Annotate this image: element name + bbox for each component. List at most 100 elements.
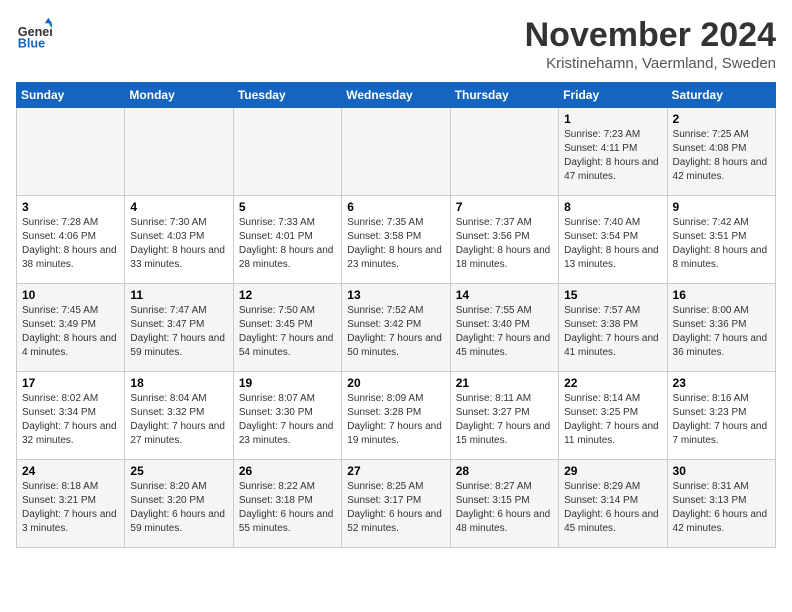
calendar-cell: 28Sunrise: 8:27 AM Sunset: 3:15 PM Dayli… [450, 460, 558, 548]
calendar-cell: 11 Sunrise: 7:47 AM Sunset: 3:47 PM Dayli… [125, 284, 233, 372]
week-row-5: 24 Sunrise: 8:18 AM Sunset: 3:21 PM Dayli… [17, 460, 776, 548]
day-info: Sunrise: 7:52 AM Sunset: 3:42 PM Dayligh… [347, 304, 444, 360]
calendar-cell: 19 Sunrise: 8:07 AM Sunset: 3:30 PM Dayli… [233, 372, 341, 460]
calendar-cell: 26Sunrise: 8:22 AM Sunset: 3:18 PM Dayli… [233, 460, 341, 548]
week-row-3: 10 Sunrise: 7:45 AM Sunset: 3:49 PM Dayli… [17, 284, 776, 372]
day-number: 15 [564, 288, 661, 302]
calendar-cell: 15 Sunrise: 7:57 AM Sunset: 3:38 PM Dayli… [559, 284, 667, 372]
day-number: 21 [456, 376, 553, 390]
calendar-cell [233, 108, 341, 196]
calendar-cell: 29 Sunrise: 8:29 AM Sunset: 3:14 PM Dayli… [559, 460, 667, 548]
calendar-cell: 18Sunrise: 8:04 AM Sunset: 3:32 PM Dayli… [125, 372, 233, 460]
day-info: Sunrise: 7:40 AM Sunset: 3:54 PM Dayligh… [564, 216, 661, 272]
day-info: Sunrise: 7:50 AM Sunset: 3:45 PM Dayligh… [239, 304, 336, 360]
calendar-cell: 25 Sunrise: 8:20 AM Sunset: 3:20 PM Dayli… [125, 460, 233, 548]
day-info: Sunrise: 8:25 AM Sunset: 3:17 PM Dayligh… [347, 480, 444, 536]
day-number: 8 [564, 200, 661, 214]
calendar-cell [342, 108, 450, 196]
calendar-cell: 7 Sunrise: 7:37 AM Sunset: 3:56 PM Daylig… [450, 196, 558, 284]
day-number: 1 [564, 112, 661, 126]
day-number: 23 [673, 376, 770, 390]
dow-saturday: Saturday [667, 83, 775, 108]
day-number: 11 [130, 288, 227, 302]
day-info: Sunrise: 8:00 AM Sunset: 3:36 PM Dayligh… [673, 304, 770, 360]
dow-monday: Monday [125, 83, 233, 108]
day-number: 20 [347, 376, 444, 390]
calendar-cell: 21 Sunrise: 8:11 AM Sunset: 3:27 PM Dayli… [450, 372, 558, 460]
week-row-1: 1Sunrise: 7:23 AM Sunset: 4:11 PM Daylig… [17, 108, 776, 196]
calendar-cell: 1Sunrise: 7:23 AM Sunset: 4:11 PM Daylig… [559, 108, 667, 196]
calendar-cell: 2Sunrise: 7:25 AM Sunset: 4:08 PM Daylig… [667, 108, 775, 196]
day-number: 4 [130, 200, 227, 214]
day-info: Sunrise: 7:55 AM Sunset: 3:40 PM Dayligh… [456, 304, 553, 360]
subtitle: Kristinehamn, Vaermland, Sweden [525, 55, 776, 72]
calendar-cell: 4 Sunrise: 7:30 AM Sunset: 4:03 PM Daylig… [125, 196, 233, 284]
calendar-cell: 27 Sunrise: 8:25 AM Sunset: 3:17 PM Dayli… [342, 460, 450, 548]
calendar-cell: 5 Sunrise: 7:33 AM Sunset: 4:01 PM Daylig… [233, 196, 341, 284]
day-info: Sunrise: 7:57 AM Sunset: 3:38 PM Dayligh… [564, 304, 661, 360]
day-number: 25 [130, 464, 227, 478]
dow-sunday: Sunday [17, 83, 125, 108]
calendar-cell: 14 Sunrise: 7:55 AM Sunset: 3:40 PM Dayli… [450, 284, 558, 372]
day-info: Sunrise: 7:30 AM Sunset: 4:03 PM Dayligh… [130, 216, 227, 272]
day-info: Sunrise: 7:47 AM Sunset: 3:47 PM Dayligh… [130, 304, 227, 360]
calendar-cell: 10 Sunrise: 7:45 AM Sunset: 3:49 PM Dayli… [17, 284, 125, 372]
day-number: 6 [347, 200, 444, 214]
calendar-cell: 17 Sunrise: 8:02 AM Sunset: 3:34 PM Dayli… [17, 372, 125, 460]
day-number: 27 [347, 464, 444, 478]
day-number: 24 [22, 464, 119, 478]
day-number: 13 [347, 288, 444, 302]
day-number: 2 [673, 112, 770, 126]
days-of-week-header: SundayMondayTuesdayWednesdayThursdayFrid… [17, 83, 776, 108]
day-info: Sunrise: 8:07 AM Sunset: 3:30 PM Dayligh… [239, 392, 336, 448]
day-number: 17 [22, 376, 119, 390]
day-info: Sunrise: 8:18 AM Sunset: 3:21 PM Dayligh… [22, 480, 119, 536]
day-number: 9 [673, 200, 770, 214]
day-number: 19 [239, 376, 336, 390]
day-info: Sunrise: 8:22 AM Sunset: 3:18 PM Dayligh… [239, 480, 336, 536]
day-info: Sunrise: 8:02 AM Sunset: 3:34 PM Dayligh… [22, 392, 119, 448]
day-info: Sunrise: 8:11 AM Sunset: 3:27 PM Dayligh… [456, 392, 553, 448]
calendar-body: 1Sunrise: 7:23 AM Sunset: 4:11 PM Daylig… [17, 108, 776, 548]
logo-icon: General Blue [16, 16, 52, 52]
day-number: 30 [673, 464, 770, 478]
day-info: Sunrise: 7:45 AM Sunset: 3:49 PM Dayligh… [22, 304, 119, 360]
week-row-2: 3Sunrise: 7:28 AM Sunset: 4:06 PM Daylig… [17, 196, 776, 284]
calendar-cell: 13 Sunrise: 7:52 AM Sunset: 3:42 PM Dayli… [342, 284, 450, 372]
calendar-cell: 30 Sunrise: 8:31 AM Sunset: 3:13 PM Dayli… [667, 460, 775, 548]
day-info: Sunrise: 8:14 AM Sunset: 3:25 PM Dayligh… [564, 392, 661, 448]
day-number: 12 [239, 288, 336, 302]
dow-wednesday: Wednesday [342, 83, 450, 108]
day-info: Sunrise: 8:16 AM Sunset: 3:23 PM Dayligh… [673, 392, 770, 448]
day-info: Sunrise: 8:29 AM Sunset: 3:14 PM Dayligh… [564, 480, 661, 536]
header: General Blue November 2024 Kristinehamn,… [16, 16, 776, 72]
calendar-table: SundayMondayTuesdayWednesdayThursdayFrid… [16, 82, 776, 548]
day-number: 7 [456, 200, 553, 214]
dow-tuesday: Tuesday [233, 83, 341, 108]
day-number: 3 [22, 200, 119, 214]
day-info: Sunrise: 8:20 AM Sunset: 3:20 PM Dayligh… [130, 480, 227, 536]
month-title: November 2024 [525, 16, 776, 55]
calendar-cell: 9 Sunrise: 7:42 AM Sunset: 3:51 PM Daylig… [667, 196, 775, 284]
calendar-cell: 8 Sunrise: 7:40 AM Sunset: 3:54 PM Daylig… [559, 196, 667, 284]
dow-friday: Friday [559, 83, 667, 108]
day-number: 5 [239, 200, 336, 214]
logo: General Blue [16, 16, 52, 52]
day-info: Sunrise: 8:09 AM Sunset: 3:28 PM Dayligh… [347, 392, 444, 448]
calendar-cell: 3Sunrise: 7:28 AM Sunset: 4:06 PM Daylig… [17, 196, 125, 284]
day-number: 29 [564, 464, 661, 478]
day-info: Sunrise: 7:37 AM Sunset: 3:56 PM Dayligh… [456, 216, 553, 272]
svg-text:Blue: Blue [18, 37, 45, 51]
calendar-cell [17, 108, 125, 196]
day-info: Sunrise: 8:04 AM Sunset: 3:32 PM Dayligh… [130, 392, 227, 448]
day-info: Sunrise: 7:42 AM Sunset: 3:51 PM Dayligh… [673, 216, 770, 272]
day-number: 10 [22, 288, 119, 302]
calendar-cell: 23 Sunrise: 8:16 AM Sunset: 3:23 PM Dayli… [667, 372, 775, 460]
day-info: Sunrise: 8:31 AM Sunset: 3:13 PM Dayligh… [673, 480, 770, 536]
day-number: 16 [673, 288, 770, 302]
day-number: 14 [456, 288, 553, 302]
day-info: Sunrise: 7:33 AM Sunset: 4:01 PM Dayligh… [239, 216, 336, 272]
calendar-cell [125, 108, 233, 196]
day-number: 28 [456, 464, 553, 478]
calendar-cell: 6Sunrise: 7:35 AM Sunset: 3:58 PM Daylig… [342, 196, 450, 284]
